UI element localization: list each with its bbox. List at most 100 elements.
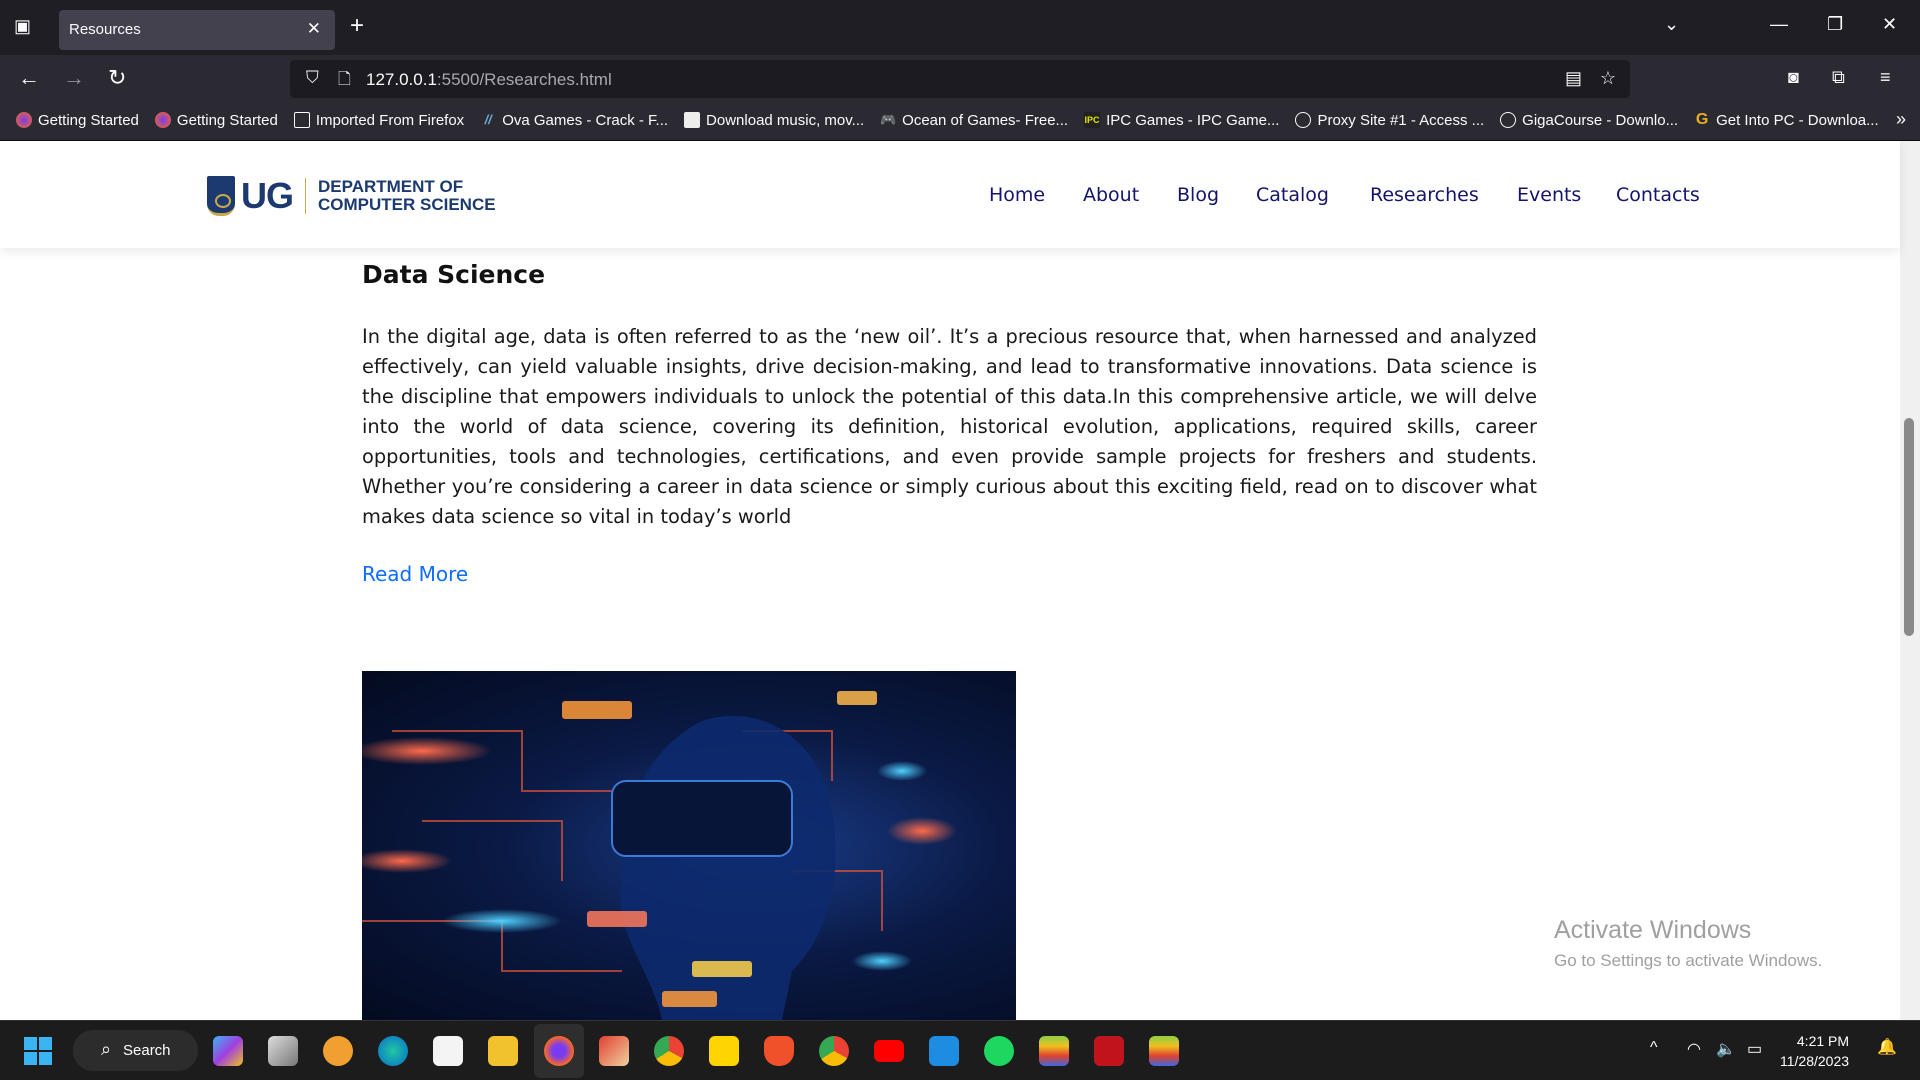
url-host: 127.0.0.1 [366,70,437,89]
globe-icon [1500,112,1517,128]
read-more-link[interactable]: Read More [362,562,468,586]
widgets-icon[interactable] [323,1036,353,1066]
page-icon: 🗋 [338,71,351,88]
bookmark-item[interactable]: 🎮 Ocean of Games- Free... [880,112,1068,129]
reload-icon[interactable]: ↻ [108,65,126,91]
data-science-illustration [362,671,1016,1020]
reader-view-icon[interactable]: ▤ [1565,68,1582,89]
bookmark-folder[interactable]: Imported From Firefox [293,111,465,129]
tab-resources[interactable]: Resources ✕ [59,10,335,50]
bookmark-item[interactable]: GigaCourse - Downlo... [1500,112,1678,129]
ccleaner-icon[interactable] [599,1036,629,1066]
bookmark-item[interactable]: Getting Started [16,112,139,129]
volume-icon[interactable]: 🔈 [1716,1039,1736,1059]
vscode-icon[interactable] [929,1036,959,1066]
bookmark-item[interactable]: G Get Into PC - Downloa... [1694,112,1879,129]
pocket-icon[interactable]: ◙ [1788,67,1799,88]
search-label: Search [123,1042,171,1059]
nav-about[interactable]: About [1083,184,1139,206]
download-site-icon [684,112,701,128]
taskbar-clock[interactable]: 4:21 PM 11/28/2023 [1780,1031,1849,1071]
tab-list-icon[interactable]: ▣ [14,16,31,37]
bookmark-label: Get Into PC - Downloa... [1716,111,1879,129]
battery-icon[interactable]: ▭ [1747,1039,1762,1059]
bookmark-item[interactable]: Proxy Site #1 - Access ... [1295,112,1484,129]
bookmark-item[interactable]: Download music, mov... [684,112,864,129]
minimize-icon[interactable]: — [1770,14,1788,35]
nav-events[interactable]: Events [1517,184,1581,206]
bookmark-label: GigaCourse - Downlo... [1522,111,1679,129]
back-icon[interactable]: ← [18,65,40,91]
department-name: DEPARTMENT OF COMPUTER SCIENCE [318,178,496,214]
folder-icon [293,112,310,128]
url-path: :5500/Researches.html [436,70,612,89]
ova-games-icon: // [484,112,492,127]
sticky-notes-icon[interactable] [709,1036,739,1066]
nav-blog[interactable]: Blog [1177,184,1219,206]
wifi-icon[interactable]: ◠ [1687,1039,1701,1059]
bookmark-item[interactable]: Getting Started [154,112,278,129]
g-icon: G [1695,111,1709,128]
nav-contacts[interactable]: Contacts [1616,184,1700,206]
url-text[interactable]: 127.0.0.1:5500/Researches.html [366,70,612,90]
shield-icon[interactable]: ⛉ [306,68,319,88]
chrome-icon[interactable] [654,1036,684,1066]
brave-icon[interactable] [764,1036,794,1066]
dept-line-2: COMPUTER SCIENCE [318,195,496,214]
bookmark-label: Download music, mov... [706,111,865,129]
bookmark-label: Ova Games - Crack - F... [502,111,669,129]
bookmark-label: Imported From Firefox [315,111,465,129]
logo-text: UG [241,175,294,216]
site-logo[interactable]: UG DEPARTMENT OF COMPUTER SCIENCE [207,175,496,217]
bookmark-item[interactable]: // Ova Games - Crack - F... [480,112,668,129]
article-body: In the digital age, data is often referr… [362,325,1537,528]
ipc-games-icon: IPC [1084,112,1101,128]
site-header: UG DEPARTMENT OF COMPUTER SCIENCE Home A… [0,141,1900,248]
nav-researches[interactable]: Researches [1370,184,1479,206]
taskbar-search[interactable]: ⌕ Search [73,1030,198,1071]
bookmark-star-icon[interactable]: ☆ [1600,68,1616,89]
chrome-profile-icon[interactable] [819,1036,849,1066]
store-icon[interactable] [433,1036,463,1066]
firefox-icon [154,112,171,128]
youtube-icon[interactable] [874,1040,904,1062]
address-bar[interactable]: ⛉ 🗋 127.0.0.1:5500/Researches.html ▤ ☆ [290,60,1630,98]
list-all-tabs-icon[interactable]: ⌄ [1664,14,1679,35]
notification-bell-icon[interactable]: 🔔 [1877,1037,1897,1057]
show-hidden-icons[interactable]: ^ [1650,1039,1658,1057]
spotify-icon[interactable] [984,1036,1014,1066]
more-bookmarks-icon[interactable]: » [1896,109,1906,130]
nav-home[interactable]: Home [989,184,1045,206]
globe-icon [1295,112,1312,128]
restore-icon[interactable]: ❐ [1827,14,1843,35]
browser-tab-bar: ▣ Resources ✕ + ⌄ — ❐ ✕ [0,0,1920,55]
search-icon: ⌕ [101,1039,112,1059]
dept-line-1: DEPARTMENT OF [318,177,464,196]
bluestacks-x-icon[interactable] [1149,1036,1179,1066]
task-view-icon[interactable] [268,1036,298,1066]
forward-icon[interactable]: → [63,65,85,91]
bluestacks-icon[interactable] [1039,1036,1069,1066]
file-explorer-icon[interactable] [488,1036,518,1066]
bookmarks-bar: Getting Started Getting Started Imported… [0,100,1920,141]
clock-time: 4:21 PM [1796,1033,1850,1049]
bookmark-label: Proxy Site #1 - Access ... [1317,111,1485,129]
menu-icon[interactable]: ≡ [1880,67,1891,88]
new-tab-icon[interactable]: + [350,12,364,40]
acrobat-icon[interactable] [1094,1036,1124,1066]
bookmark-label: Ocean of Games- Free... [902,111,1069,129]
nav-catalog[interactable]: Catalog [1256,184,1329,206]
windows-taskbar: ⌕ Search ^ ◠ 🔈 ▭ 4:21 PM 11/28/2023 🔔 [0,1020,1920,1080]
page-scrollbar-thumb[interactable] [1904,418,1914,636]
copilot-icon[interactable] [213,1036,243,1066]
firefox-icon [16,112,32,128]
extensions-icon[interactable]: ⧉ [1832,67,1845,88]
firefox-icon[interactable] [544,1036,574,1066]
bookmark-item[interactable]: IPC IPC Games - IPC Game... [1084,112,1279,129]
close-tab-icon[interactable]: ✕ [307,19,321,39]
edge-icon[interactable] [378,1036,408,1066]
activate-windows-watermark: Activate Windows Go to Settings to activ… [1554,916,1822,971]
windows-start-icon[interactable] [24,1037,52,1065]
close-window-icon[interactable]: ✕ [1882,14,1897,35]
watermark-title: Activate Windows [1554,916,1752,944]
